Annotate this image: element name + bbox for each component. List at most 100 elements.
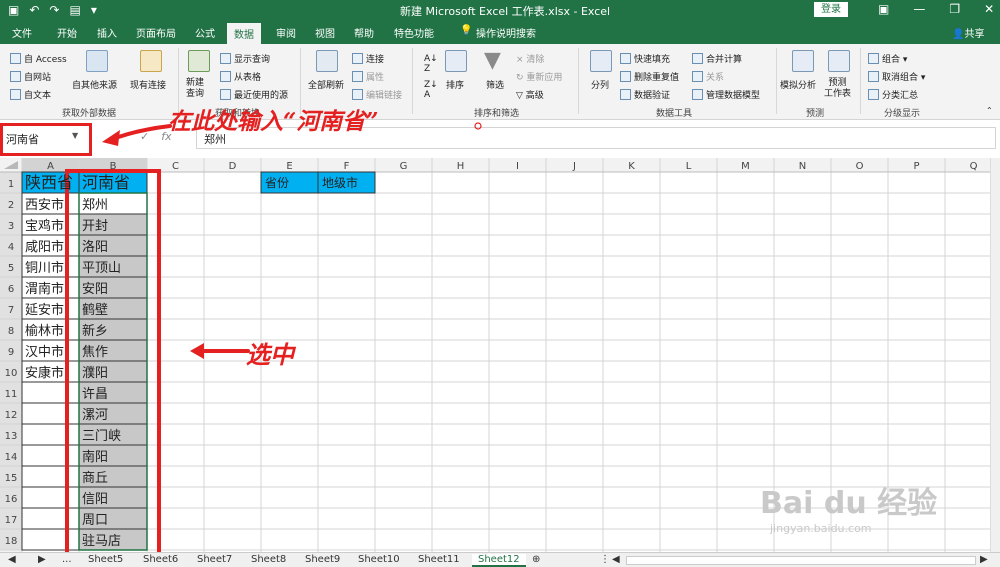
flash-fill-button[interactable]: 快速填充: [620, 52, 670, 65]
advanced-button[interactable]: ▽ 高级: [516, 88, 544, 101]
from-access-button[interactable]: 自 Access: [10, 52, 67, 65]
from-table-button[interactable]: 从表格: [220, 70, 261, 83]
refresh-all-icon: [316, 50, 338, 72]
vertical-scrollbar[interactable]: [990, 158, 1000, 552]
horizontal-scrollbar[interactable]: [626, 556, 976, 565]
group-button[interactable]: 组合 ▾: [868, 52, 907, 65]
prev-sheet-icon[interactable]: ◀: [8, 554, 16, 565]
text-to-columns-button[interactable]: 分列: [591, 78, 609, 91]
from-text-button[interactable]: 自文本: [10, 88, 51, 101]
row-header-18: 18: [5, 536, 18, 547]
properties-label: 属性: [366, 73, 385, 83]
table-icon: [220, 71, 231, 82]
tab-split-icon[interactable]: ⋮: [600, 554, 610, 565]
row-header-15: 15: [5, 473, 18, 484]
subtotal-button[interactable]: 分类汇总: [868, 88, 918, 101]
refresh-all-button[interactable]: 全部刷新: [308, 78, 344, 91]
restore-icon[interactable]: ❐: [949, 2, 960, 16]
what-if-analysis-button[interactable]: 模拟分析: [780, 78, 816, 91]
manage-data-model-button[interactable]: 管理数据模型: [692, 88, 760, 101]
new-query-icon: [188, 50, 210, 72]
tab-view[interactable]: 视图: [315, 25, 335, 40]
tab-formulas[interactable]: 公式: [195, 25, 215, 40]
flash-fill-label: 快速填充: [634, 55, 671, 65]
data-validation-label: 数据验证: [634, 91, 671, 101]
consolidate-button[interactable]: 合并计算: [692, 52, 742, 65]
forecast-sheet-button[interactable]: 预测 工作表: [824, 78, 851, 100]
edit-links-button[interactable]: 编辑链接: [352, 88, 402, 101]
customize-qat-icon[interactable]: ▾: [91, 3, 97, 17]
save-icon[interactable]: ▣: [8, 3, 19, 17]
cell-B17: 周口: [82, 513, 108, 528]
tab-file[interactable]: 文件: [12, 25, 32, 40]
group-label-sort-filter: 排序和筛选: [474, 109, 520, 119]
tab-insert[interactable]: 插入: [97, 25, 117, 40]
tab-page-layout[interactable]: 页面布局: [136, 25, 176, 40]
more-sheets-icon[interactable]: ...: [62, 554, 72, 565]
ungroup-button[interactable]: 取消组合 ▾: [868, 70, 925, 83]
cell-B2: 郑州: [82, 198, 108, 213]
minimize-icon[interactable]: —: [913, 2, 925, 16]
from-text-label: 自文本: [24, 91, 52, 101]
clear-button[interactable]: ⨯ 清除: [516, 52, 544, 65]
sheet-tab-12[interactable]: Sheet12: [472, 554, 526, 567]
group-label-outline: 分级显示: [884, 109, 921, 119]
recent-sources-button[interactable]: 最近使用的源: [220, 88, 288, 101]
sheet-tab-5[interactable]: Sheet5: [88, 554, 123, 565]
other-sources-button[interactable]: 自其他来源: [72, 78, 117, 91]
from-web-button[interactable]: 自网站: [10, 70, 51, 83]
login-button[interactable]: 登录: [814, 2, 848, 17]
sheet-tab-6[interactable]: Sheet6: [143, 554, 178, 565]
touch-mode-icon[interactable]: ▤: [69, 3, 80, 17]
share-label: 共享: [964, 29, 985, 40]
group-label: 组合: [882, 55, 901, 65]
share-button[interactable]: 👤共享: [952, 25, 984, 40]
from-table-label: 从表格: [234, 73, 262, 83]
filter-button[interactable]: 筛选: [486, 78, 504, 91]
name-box[interactable]: 河南省: [6, 131, 39, 147]
ribbon-options-icon[interactable]: ▣: [878, 2, 889, 16]
tab-help[interactable]: 帮助: [354, 25, 374, 40]
sheet-tab-8[interactable]: Sheet8: [251, 554, 286, 565]
ribbon: 自 Access 自网站 自文本 自其他来源 现有连接 获取外部数据 新建 查询…: [0, 44, 1000, 120]
connections-button[interactable]: 连接: [352, 52, 384, 65]
clear-label: 清除: [526, 55, 545, 65]
properties-button[interactable]: 属性: [352, 70, 384, 83]
edit-links-icon: [352, 89, 363, 100]
sheet-tab-7[interactable]: Sheet7: [197, 554, 232, 565]
tab-home[interactable]: 开始: [57, 25, 77, 40]
tab-data[interactable]: 数据: [227, 23, 261, 44]
next-sheet-icon[interactable]: ▶: [38, 554, 46, 565]
relationships-button[interactable]: 关系: [692, 70, 724, 83]
name-box-dropdown-icon[interactable]: ▼: [72, 131, 78, 140]
undo-icon[interactable]: ↶: [29, 3, 39, 17]
tell-me-search[interactable]: 操作说明搜索: [476, 25, 536, 40]
scroll-left-icon[interactable]: ◀: [612, 554, 620, 565]
new-query-button[interactable]: 新建 查询: [186, 78, 204, 100]
reapply-button[interactable]: ↻ 重新应用: [516, 70, 562, 83]
text-file-icon: [10, 89, 21, 100]
sort-descending-icon[interactable]: Z↓ A: [424, 80, 438, 100]
scroll-right-icon[interactable]: ▶: [980, 554, 988, 565]
add-sheet-icon[interactable]: ⊕: [532, 554, 540, 565]
collapse-ribbon-icon[interactable]: ⌃: [986, 106, 993, 115]
sheet-tab-9[interactable]: Sheet9: [305, 554, 340, 565]
existing-connections-button[interactable]: 现有连接: [130, 78, 166, 91]
tab-review[interactable]: 审阅: [276, 25, 296, 40]
sort-button[interactable]: 排序: [446, 78, 464, 91]
cell-B15: 商丘: [82, 471, 108, 486]
close-icon[interactable]: ✕: [984, 2, 994, 16]
column-header-G: G: [400, 161, 408, 172]
redo-icon[interactable]: ↷: [49, 3, 59, 17]
remove-duplicates-button[interactable]: 删除重复值: [620, 70, 679, 83]
row-header-1: 1: [8, 179, 14, 190]
sheet-tab-10[interactable]: Sheet10: [358, 554, 400, 565]
cell-B12: 漯河: [82, 408, 108, 423]
sort-ascending-icon[interactable]: A↓ Z: [424, 54, 438, 74]
tab-special[interactable]: 特色功能: [394, 25, 434, 40]
data-validation-button[interactable]: 数据验证: [620, 88, 670, 101]
sheet-tab-11[interactable]: Sheet11: [418, 554, 460, 565]
show-queries-button[interactable]: 显示查询: [220, 52, 270, 65]
cell-B14: 南阳: [82, 449, 108, 465]
relationships-icon: [692, 71, 703, 82]
